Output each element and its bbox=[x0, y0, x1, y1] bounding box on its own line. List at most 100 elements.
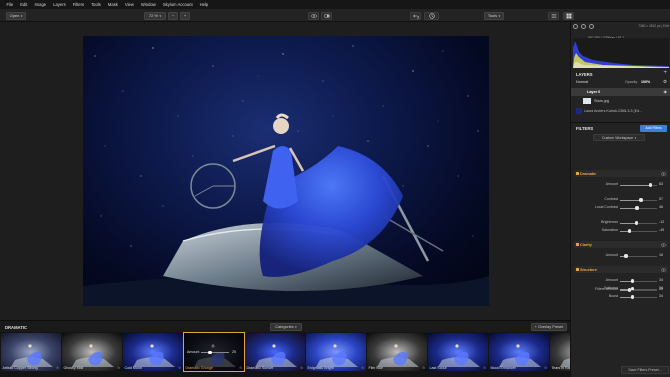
photo-preview[interactable] bbox=[83, 36, 489, 306]
star-icon[interactable]: ☆ bbox=[178, 365, 182, 370]
slider-knob[interactable] bbox=[639, 198, 643, 202]
tools-button[interactable]: Tools ▾ bbox=[484, 11, 504, 20]
menu-mask[interactable]: Mask bbox=[104, 0, 121, 9]
zoom-select[interactable]: 72 % ▾ bbox=[144, 11, 166, 20]
layer-item[interactable]: Stars.jpg bbox=[571, 97, 670, 106]
eye-icon[interactable]: ◉ bbox=[664, 89, 668, 94]
star-icon[interactable]: ☆ bbox=[300, 365, 304, 370]
slider-track[interactable] bbox=[620, 254, 657, 258]
star-icon[interactable]: ☆ bbox=[239, 365, 243, 370]
slider-value: 46 bbox=[659, 205, 663, 209]
filter-slider[interactable]: Brightness -12 bbox=[571, 220, 670, 226]
menu-help[interactable]: Help bbox=[196, 0, 212, 9]
slider-track[interactable] bbox=[620, 206, 657, 210]
workspace-dropdown[interactable]: Custom Workspace ▾ bbox=[593, 134, 645, 141]
star-icon[interactable]: ☆ bbox=[422, 365, 426, 370]
checkbox-icon[interactable] bbox=[576, 172, 579, 175]
filter-slider[interactable]: Boost 34 bbox=[571, 294, 670, 300]
add-filters-button[interactable]: Add Filters bbox=[640, 125, 667, 132]
filter-group-header[interactable]: Dramatic bbox=[574, 170, 668, 177]
menu-skylum-account[interactable]: Skylum Account bbox=[159, 0, 196, 9]
star-icon[interactable]: ☆ bbox=[117, 365, 121, 370]
slider-value: 34 bbox=[659, 294, 663, 298]
preset-thumbnail[interactable]: Mood Enhancer ☆ bbox=[489, 333, 549, 371]
slider-knob[interactable] bbox=[627, 229, 632, 233]
slider-track[interactable] bbox=[620, 229, 657, 233]
filter-slider[interactable]: Amount 16 bbox=[571, 253, 670, 259]
preset-thumbnail[interactable]: Film Noir ☆ bbox=[367, 333, 427, 371]
slider-track[interactable] bbox=[620, 183, 657, 187]
eye-icon[interactable] bbox=[661, 243, 666, 247]
slider-track[interactable] bbox=[620, 288, 657, 292]
opacity-value[interactable]: 100% bbox=[641, 80, 650, 84]
slider-knob[interactable] bbox=[648, 183, 653, 187]
star-icon[interactable]: ☆ bbox=[361, 365, 365, 370]
slider-knob[interactable] bbox=[627, 288, 631, 292]
filter-slider[interactable]: Saturation -49 bbox=[571, 228, 670, 234]
info-icon[interactable] bbox=[573, 24, 578, 29]
slider-knob[interactable] bbox=[630, 279, 635, 283]
menu-window[interactable]: Window bbox=[137, 0, 159, 9]
slider-track[interactable] bbox=[620, 221, 657, 225]
slider-knob[interactable] bbox=[634, 221, 639, 225]
zoom-in-button[interactable]: + bbox=[180, 11, 190, 20]
filter-slider[interactable]: Local Contrast 46 bbox=[571, 205, 670, 211]
slider-track[interactable] bbox=[620, 279, 657, 283]
gear-icon[interactable]: ⚙ bbox=[663, 79, 667, 85]
menu-file[interactable]: File bbox=[3, 0, 17, 9]
open-button[interactable]: Open ▾ bbox=[6, 11, 26, 20]
preview-eye-button[interactable] bbox=[308, 11, 319, 20]
slider-track[interactable] bbox=[620, 295, 657, 299]
preset-thumbnail[interactable]: Artistic Copper Strong ☆ bbox=[1, 333, 61, 371]
blend-mode-select[interactable]: Normal bbox=[576, 80, 588, 84]
preset-thumbnail[interactable]: Ghostly Mist ☆ bbox=[62, 333, 122, 371]
slider-knob[interactable] bbox=[208, 350, 212, 354]
panels-toggle-button[interactable] bbox=[548, 11, 559, 20]
compare-button[interactable] bbox=[321, 11, 332, 20]
preset-thumbnail[interactable]: Last Scout ☆ bbox=[428, 333, 488, 371]
menu-view[interactable]: View bbox=[121, 0, 137, 9]
eye-icon[interactable] bbox=[661, 172, 666, 176]
zoom-out-button[interactable]: − bbox=[168, 11, 178, 20]
menu-layers[interactable]: Layers bbox=[50, 0, 70, 9]
menu-filters[interactable]: Filters bbox=[69, 0, 87, 9]
categories-dropdown[interactable]: Categories ▾ bbox=[270, 323, 302, 331]
eye-icon[interactable] bbox=[661, 268, 666, 272]
menu-image[interactable]: Image bbox=[31, 0, 50, 9]
amount-slider-track[interactable] bbox=[201, 350, 229, 354]
histogram-toggle-icon[interactable] bbox=[589, 24, 594, 29]
layer-thumbnail bbox=[583, 98, 591, 104]
preset-thumbnail[interactable]: Dramatic Sunset ☆ bbox=[245, 333, 305, 371]
checkbox-icon[interactable] bbox=[576, 243, 579, 246]
slider-knob[interactable] bbox=[624, 254, 628, 258]
preset-thumbnail[interactable]: Enigmatic Bright ☆ bbox=[306, 333, 366, 371]
image-canvas[interactable] bbox=[0, 22, 570, 320]
slider-knob[interactable] bbox=[630, 295, 635, 299]
menu-edit[interactable]: Edit bbox=[17, 0, 31, 9]
add-layer-icon[interactable]: + bbox=[663, 70, 667, 76]
undo-button[interactable] bbox=[410, 11, 421, 20]
history-button[interactable] bbox=[424, 11, 439, 20]
preset-thumbnail[interactable]: Cold Moon ☆ bbox=[123, 333, 183, 371]
filters-amount-slider[interactable]: Filters Amount 25 bbox=[571, 287, 670, 293]
slider-track[interactable] bbox=[620, 198, 657, 202]
save-filters-preset-button[interactable]: Save Filters Preset... bbox=[621, 366, 669, 374]
workspace-button[interactable] bbox=[563, 11, 574, 20]
star-icon[interactable]: ☆ bbox=[483, 365, 487, 370]
star-icon[interactable]: ☆ bbox=[56, 365, 60, 370]
slider-knob[interactable] bbox=[635, 206, 639, 210]
clipping-icon[interactable] bbox=[581, 24, 586, 29]
menu-tools[interactable]: Tools bbox=[88, 0, 105, 9]
chevron-down-icon: ▾ bbox=[159, 13, 162, 18]
filter-slider[interactable]: Amount 83 bbox=[571, 182, 670, 188]
filter-group-header[interactable]: Structure bbox=[574, 266, 668, 273]
preset-thumbnail[interactable]: Amount 25 Dramatic Grunge ☆ bbox=[183, 332, 245, 372]
filter-slider[interactable]: Amount 34 bbox=[571, 278, 670, 284]
layer-item-active[interactable]: Layer 0 ◉ bbox=[571, 88, 670, 96]
filter-group-header[interactable]: Clarity bbox=[574, 241, 668, 248]
checkbox-icon[interactable] bbox=[576, 268, 579, 271]
overlay-preset-button[interactable]: + Overlay Preset bbox=[531, 323, 567, 331]
star-icon[interactable]: ☆ bbox=[544, 365, 548, 370]
layer-item[interactable]: Laura Anders Kutrub-2368-3-3 (Ed... bbox=[571, 107, 670, 116]
filter-slider[interactable]: Contrast 57 bbox=[571, 197, 670, 203]
